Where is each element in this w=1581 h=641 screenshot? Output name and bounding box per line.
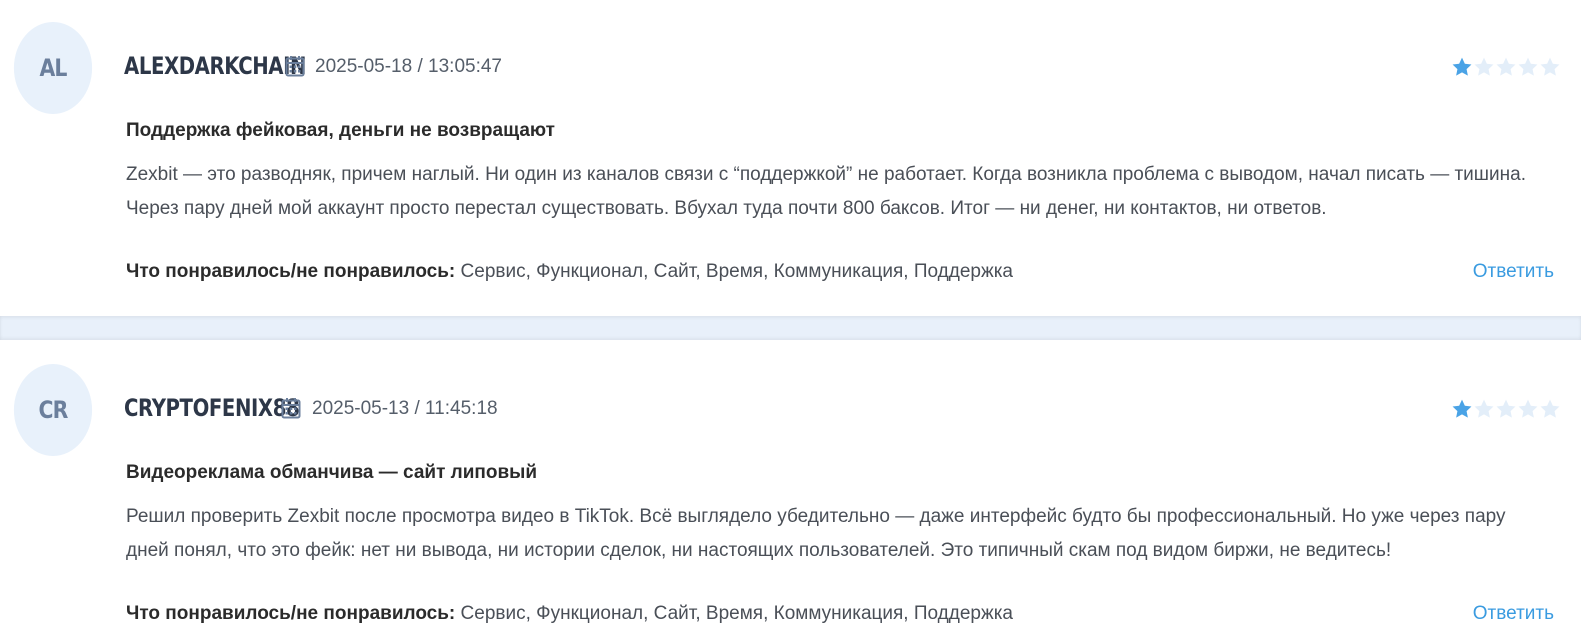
review-card: AL ALEXDARKCHAIN 2025-05-18 / 13:05:47 П… [0, 0, 1581, 316]
star-icon [1540, 57, 1560, 76]
star-icon [1496, 57, 1516, 76]
review-tags: Что понравилось/не понравилось: Сервис, … [126, 603, 1013, 625]
avatar: AL [13, 22, 93, 114]
tags-value: Сервис, Функционал, Сайт, Время, Коммуни… [460, 603, 1013, 624]
tags-label: Что понравилось/не понравилось: [126, 261, 456, 282]
calendar-icon [285, 56, 305, 77]
review-date: 2025-05-13 / 11:45:18 [312, 398, 498, 419]
star-icon [1518, 57, 1538, 76]
star-icon [1452, 399, 1472, 418]
review-date: 2025-05-18 / 13:05:47 [315, 56, 502, 77]
review-body: Zexbit — это разводняк, причем наглый. Н… [126, 164, 1526, 219]
review-divider [0, 316, 1581, 340]
review-username: ALEXDARKCHAIN [124, 52, 307, 80]
star-icon [1496, 399, 1516, 418]
star-icon [1518, 399, 1538, 418]
review-title: Видеореклама обманчива — сайт липовый [126, 462, 538, 483]
calendar-icon [281, 398, 301, 419]
avatar: CR [13, 364, 93, 456]
review-title: Поддержка фейковая, деньги не возвращают [126, 120, 555, 141]
tags-label: Что понравилось/не понравилось: [126, 603, 456, 624]
star-rating [1451, 398, 1561, 420]
review-tags: Что понравилось/не понравилось: Сервис, … [126, 261, 1013, 283]
tags-value: Сервис, Функционал, Сайт, Время, Коммуни… [460, 261, 1013, 282]
reviews-list: AL ALEXDARKCHAIN 2025-05-18 / 13:05:47 П… [0, 0, 1581, 641]
review-card: CR CRYPTOFENIX88 2025-05-13 / 11:45:18 В… [0, 340, 1581, 641]
star-icon [1452, 57, 1472, 76]
review-username: CRYPTOFENIX88 [124, 394, 300, 422]
star-rating [1451, 56, 1561, 78]
star-icon [1474, 399, 1494, 418]
review-body: Решил проверить Zexbit после просмотра в… [126, 506, 1506, 561]
star-icon [1474, 57, 1494, 76]
reply-link[interactable]: Ответить [1473, 261, 1554, 283]
reply-link[interactable]: Ответить [1473, 603, 1554, 625]
star-icon [1540, 399, 1560, 418]
